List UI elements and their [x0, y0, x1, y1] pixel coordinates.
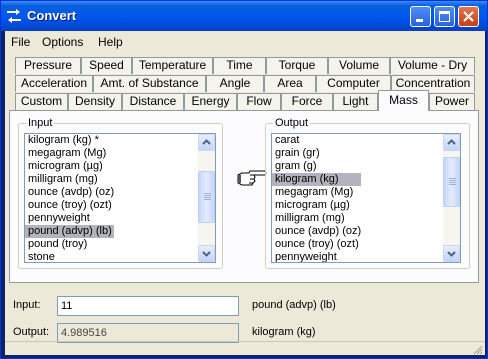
tab-custom[interactable]: Custom	[15, 93, 68, 110]
unit-list-item[interactable]: microgram (µg)	[272, 199, 361, 212]
menu-bar: File Options Help	[5, 31, 485, 53]
unit-list-item[interactable]: pennyweight	[25, 212, 114, 225]
tab-mass[interactable]: Mass	[378, 90, 429, 111]
tab-density[interactable]: Density	[68, 93, 122, 110]
unit-list-item[interactable]: megagram (Mg)	[25, 147, 114, 160]
input-unit-items: kilogram (kg) * megagram (Mg) microgram (µ…	[25, 134, 115, 262]
tab-volume-dry[interactable]: Volume - Dry	[390, 57, 475, 74]
chevron-down-icon	[202, 251, 211, 257]
tab-amt-of-substance[interactable]: Amt. of Substance	[93, 75, 206, 92]
window-title: Convert	[27, 8, 77, 23]
tab-energy[interactable]: Energy	[184, 93, 237, 110]
tab-torque[interactable]: Torque	[266, 57, 328, 74]
minimize-icon	[416, 19, 423, 22]
input-list-scrollbar[interactable]	[198, 134, 215, 262]
output-unit-items: carat grain (gr) gram (g) kilogram (kg) mega…	[272, 134, 362, 262]
unit-list-item[interactable]: stone	[25, 251, 114, 262]
unit-list-item[interactable]: ounce (avdp) (oz)	[25, 186, 114, 199]
scroll-up-button[interactable]	[198, 134, 215, 151]
unit-list-item[interactable]: milligram (mg)	[272, 212, 361, 225]
input-group: Input kilogram (kg) * megagram (Mg) microg…	[18, 117, 223, 269]
unit-list-item[interactable]: kilogram (kg) *	[25, 134, 114, 147]
tab-area[interactable]: Area	[264, 75, 316, 92]
chevron-up-icon	[202, 139, 211, 145]
menu-options[interactable]: Options	[42, 35, 83, 49]
menu-help[interactable]: Help	[98, 35, 123, 49]
unit-list-item[interactable]: pennyweight	[272, 251, 361, 262]
chevron-up-icon	[447, 139, 456, 145]
title-bar[interactable]: Convert	[1, 1, 487, 31]
close-button[interactable]	[458, 6, 479, 27]
input-unit-list[interactable]: kilogram (kg) * megagram (Mg) microgram (µ…	[24, 133, 216, 263]
output-unit-list[interactable]: carat grain (gr) gram (g) kilogram (kg) mega…	[271, 133, 461, 263]
unit-list-item[interactable]: carat	[272, 134, 361, 147]
scroll-down-button[interactable]	[443, 245, 460, 262]
tab-flow[interactable]: Flow	[237, 93, 281, 110]
tab-light[interactable]: Light	[333, 93, 378, 110]
input-value-field[interactable]: 11	[57, 296, 239, 316]
tab-force[interactable]: Force	[281, 93, 333, 110]
output-label: Output:	[13, 326, 50, 338]
output-group-label: Output	[273, 117, 311, 129]
unit-list-item[interactable]: ounce (avdp) (oz)	[272, 225, 361, 238]
unit-list-item[interactable]: pound (advp) (lb)	[25, 225, 115, 238]
output-value-field: 4.989516	[57, 323, 239, 343]
unit-list-item[interactable]: ounce (troy) (ozt)	[25, 199, 114, 212]
output-group: Output carat grain (gr) gram (g) kilogram (…	[265, 117, 470, 269]
tab-temperature[interactable]: Temperature	[132, 57, 213, 74]
scroll-thumb[interactable]	[198, 171, 215, 223]
chevron-down-icon	[447, 251, 456, 257]
output-list-scrollbar[interactable]	[443, 134, 460, 262]
status-bar	[5, 341, 485, 356]
minimize-button[interactable]	[410, 6, 431, 27]
tab-power[interactable]: Power	[429, 93, 475, 110]
scroll-thumb[interactable]	[443, 157, 460, 207]
unit-list-item[interactable]: microgram (µg)	[25, 160, 114, 173]
unit-list-item[interactable]: ounce (troy) (ozt)	[272, 238, 361, 251]
maximize-button[interactable]	[434, 6, 455, 27]
input-group-label: Input	[26, 117, 55, 129]
output-unit-label: kilogram (kg)	[252, 326, 316, 338]
unit-list-item[interactable]: milligram (mg)	[25, 173, 114, 186]
scroll-down-button[interactable]	[198, 245, 215, 262]
unit-list-item[interactable]: kilogram (kg)	[272, 173, 362, 186]
unit-list-item[interactable]: megagram (Mg)	[272, 186, 361, 199]
mass-tab-panel: Input kilogram (kg) * megagram (Mg) microg…	[9, 110, 479, 283]
tab-time[interactable]: Time	[213, 57, 266, 74]
unit-list-item[interactable]: grain (gr)	[272, 147, 361, 160]
pointing-hand-icon	[237, 170, 267, 186]
unit-list-item[interactable]: pound (troy)	[25, 238, 114, 251]
tab-volume[interactable]: Volume	[328, 57, 390, 74]
resize-grip-icon[interactable]	[472, 344, 483, 355]
tab-angle[interactable]: Angle	[206, 75, 264, 92]
tab-speed[interactable]: Speed	[81, 57, 132, 74]
convert-window: Convert File Options Help Pressure Speed…	[0, 0, 488, 359]
tab-pressure[interactable]: Pressure	[15, 57, 81, 74]
close-icon	[463, 11, 474, 22]
unit-list-item[interactable]: gram (g)	[272, 160, 361, 173]
input-unit-label: pound (advp) (lb)	[252, 299, 336, 311]
tab-distance[interactable]: Distance	[122, 93, 184, 110]
scroll-up-button[interactable]	[443, 134, 460, 151]
maximize-icon	[439, 11, 450, 22]
app-icon	[7, 9, 21, 23]
client-area: File Options Help Pressure Speed Tempera…	[5, 31, 485, 355]
input-label: Input:	[13, 299, 41, 311]
tab-acceleration[interactable]: Acceleration	[15, 75, 93, 92]
menu-file[interactable]: File	[11, 35, 30, 49]
